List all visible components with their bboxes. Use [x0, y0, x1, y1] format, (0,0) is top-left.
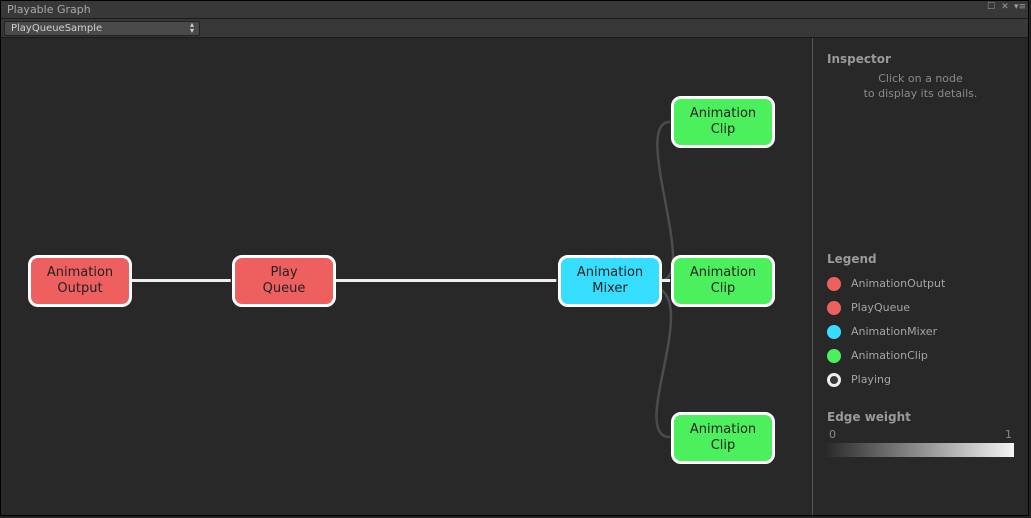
window-title: Playable Graph — [7, 3, 91, 16]
legend-swatch-icon — [827, 325, 841, 339]
edge-weight-gradient — [827, 443, 1014, 457]
edge-weight-min: 0 — [829, 428, 836, 441]
playable-graph-window: Playable Graph ☐ ✕ ▾≡ PlayQueueSample ▴▾ — [0, 0, 1029, 516]
node-animation-clip-2[interactable]: Animation Clip — [671, 255, 775, 307]
node-animation-output[interactable]: Animation Output — [28, 255, 132, 307]
window-gadgets: ☐ ✕ ▾≡ — [986, 3, 1024, 12]
inspector-heading: Inspector — [827, 52, 1014, 66]
edge-weight-scale: 0 1 — [827, 428, 1014, 441]
legend-item-animation-clip: AnimationClip — [827, 344, 1014, 368]
node-label: Animation Output — [47, 265, 113, 296]
content-area: Animation Output Play Queue Animation Mi… — [1, 38, 1028, 515]
edge-weight-max: 1 — [1005, 428, 1012, 441]
toolbar: PlayQueueSample ▴▾ — [1, 19, 1028, 38]
window-maximize-icon[interactable]: ☐ — [986, 3, 996, 12]
node-animation-clip-3[interactable]: Animation Clip — [671, 412, 775, 464]
legend-item-playing: Playing — [827, 368, 1014, 392]
inspector-hint: Click on a node to display its details. — [827, 72, 1014, 102]
legend-swatch-icon — [827, 373, 841, 387]
legend-label: AnimationMixer — [851, 325, 937, 338]
sidebar: Inspector Click on a node to display its… — [812, 38, 1028, 515]
legend-heading: Legend — [827, 252, 1014, 266]
node-label: Animation Clip — [690, 106, 756, 137]
legend-list: AnimationOutput PlayQueue AnimationMixer… — [827, 272, 1014, 392]
node-label: Play Queue — [263, 265, 306, 296]
node-label: Animation Clip — [690, 422, 756, 453]
legend-label: AnimationOutput — [851, 277, 945, 290]
graph-selector-dropdown[interactable]: PlayQueueSample ▴▾ — [4, 21, 200, 36]
legend-label: AnimationClip — [851, 349, 928, 362]
graph-canvas[interactable]: Animation Output Play Queue Animation Mi… — [1, 38, 811, 515]
node-play-queue[interactable]: Play Queue — [232, 255, 336, 307]
window-titlebar[interactable]: Playable Graph ☐ ✕ ▾≡ — [1, 1, 1028, 19]
node-animation-mixer[interactable]: Animation Mixer — [558, 255, 662, 307]
legend-item-animation-output: AnimationOutput — [827, 272, 1014, 296]
node-animation-clip-1[interactable]: Animation Clip — [671, 96, 775, 148]
window-menu-icon[interactable]: ▾≡ — [1014, 3, 1024, 12]
node-label: Animation Mixer — [577, 265, 643, 296]
window-close-icon[interactable]: ✕ — [1000, 3, 1010, 12]
dropdown-arrows-icon: ▴▾ — [190, 22, 193, 34]
graph-selector-value: PlayQueueSample — [11, 23, 102, 34]
legend-label: Playing — [851, 373, 891, 386]
node-label: Animation Clip — [690, 265, 756, 296]
legend-swatch-icon — [827, 301, 841, 315]
legend-swatch-icon — [827, 277, 841, 291]
legend-item-animation-mixer: AnimationMixer — [827, 320, 1014, 344]
edge-weight-heading: Edge weight — [827, 410, 1014, 424]
legend-swatch-icon — [827, 349, 841, 363]
legend-item-play-queue: PlayQueue — [827, 296, 1014, 320]
legend-label: PlayQueue — [851, 301, 910, 314]
